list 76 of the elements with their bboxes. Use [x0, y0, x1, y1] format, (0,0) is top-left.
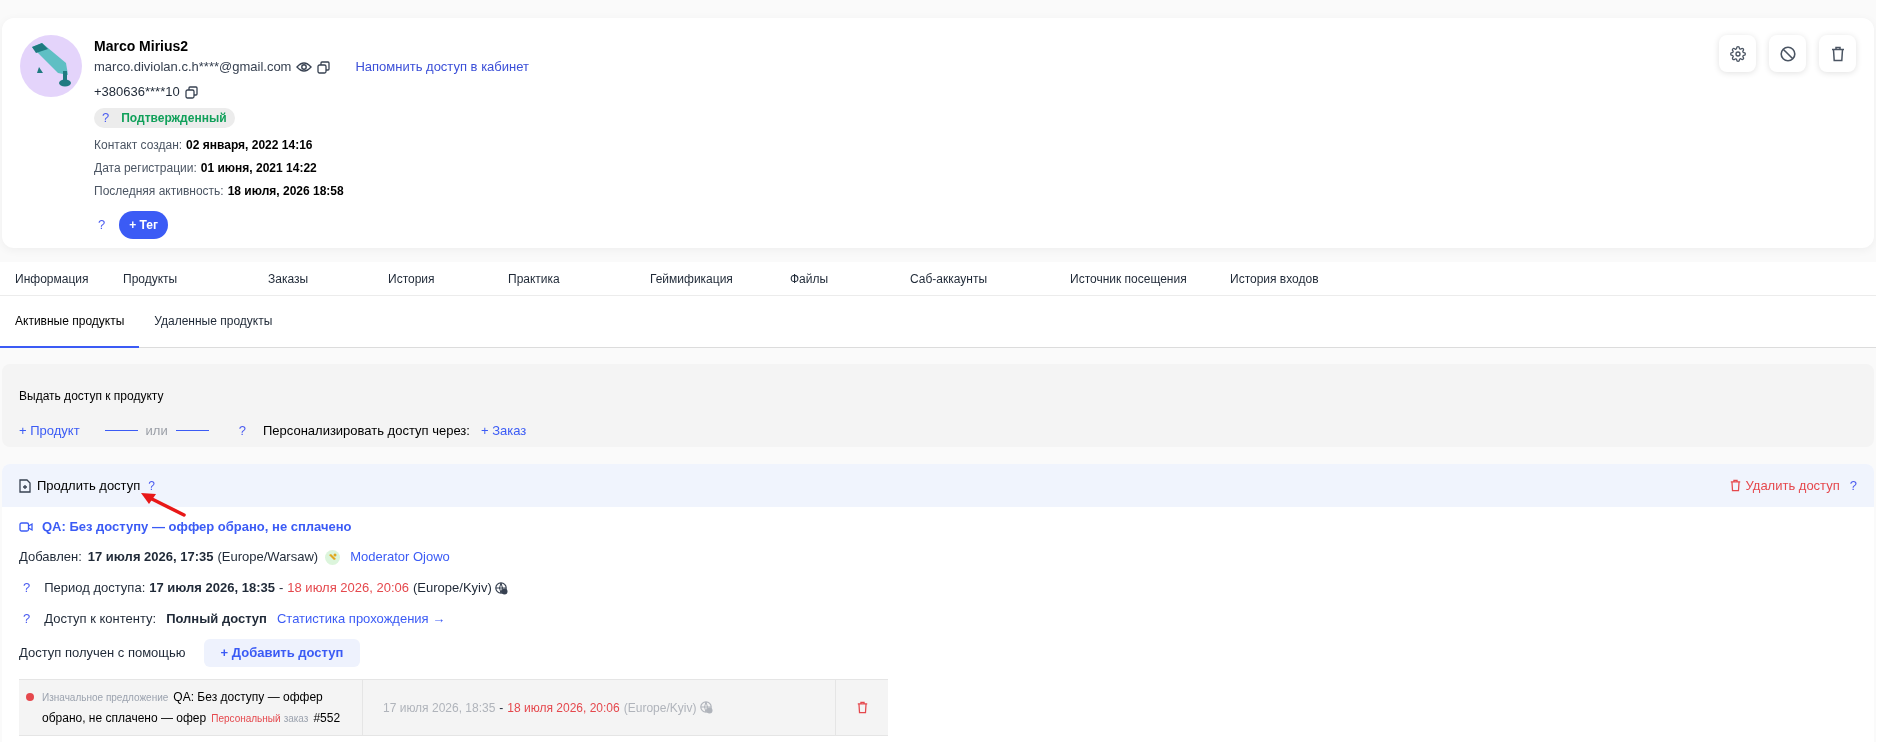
period-start: 17 июля 2026, 18:35 [383, 699, 496, 717]
avatar [20, 35, 82, 97]
delete-access-link[interactable]: Удалить доступ [1745, 475, 1840, 496]
help-mark[interactable]: ? [94, 215, 106, 235]
timezone-text: (Europe/Kyiv) [623, 699, 697, 717]
period-label: Период доступа: [44, 579, 146, 598]
subtab[interactable]: Активные продукты [0, 296, 140, 348]
added-label: Добавлен: [19, 548, 82, 567]
personalize-label: Персонализировать доступ через: [262, 421, 470, 440]
copy-icon[interactable] [317, 60, 331, 74]
fact-label: Контакт создан: [94, 136, 183, 154]
tab[interactable]: Информация [0, 269, 108, 288]
period-start: 17 июля 2026, 18:35 [149, 579, 275, 598]
dash-text: - [278, 579, 284, 598]
content-access-label: Доступ к контенту: [44, 610, 157, 629]
timezone-text: (Europe/Warsaw) [217, 548, 319, 567]
help-mark[interactable]: ? [148, 476, 155, 495]
tab[interactable]: Источник посещения [1055, 269, 1215, 288]
settings-button[interactable] [1719, 35, 1756, 72]
file-plus-icon [19, 478, 31, 493]
tab[interactable]: История входов [1215, 269, 1345, 288]
contact-name: Marco Mirius2 [94, 37, 189, 56]
fact-label: Последняя активность: [94, 182, 224, 200]
status-label: Подтвержденный [121, 110, 227, 127]
tab[interactable]: История [373, 269, 493, 288]
add-product-link[interactable]: + Продукт [19, 420, 80, 441]
remind-access-link[interactable]: Напомнить доступ в кабинет [355, 57, 529, 77]
subtab[interactable]: Удаленные продукты [139, 296, 288, 348]
access-via-label: Доступ получен с помощью [19, 644, 186, 663]
extend-access-title[interactable]: Продлить доступ [37, 475, 141, 496]
phone-text: +380636****10 [94, 83, 180, 102]
timezone-text: (Europe/Kyiv) [413, 579, 492, 598]
tab[interactable]: Практика [493, 269, 635, 288]
trash-icon [1729, 479, 1741, 492]
trash-icon [1830, 45, 1845, 62]
fact-value: 18 июля, 2026 18:58 [227, 182, 344, 200]
delete-button[interactable] [1819, 35, 1856, 72]
fact-label: Дата регистрации: [94, 159, 197, 177]
globe-clock-icon [700, 701, 714, 714]
tab[interactable]: Геймификация [635, 269, 775, 288]
trash-icon[interactable] [856, 701, 868, 714]
tab[interactable]: Саб-аккаунты [895, 269, 1055, 288]
product-title-link[interactable]: QA: Без доступу — оффер обрано, не сплачено [42, 517, 352, 537]
moderator-link[interactable]: Moderator Ojowo [350, 547, 450, 567]
add-order-link[interactable]: + Заказ [480, 420, 527, 441]
eye-icon[interactable] [296, 61, 313, 73]
stats-link[interactable]: Статистика прохождения → [276, 609, 446, 629]
content-access-value: Полный доступ [166, 610, 267, 629]
help-mark[interactable]: ? [19, 609, 31, 629]
annotation-arrow [140, 491, 186, 517]
settings-icon [1729, 45, 1746, 62]
help-mark[interactable]: ? [102, 108, 110, 128]
add-access-button[interactable]: + Добавить доступ [203, 639, 361, 667]
fact-value: 02 января, 2022 14:16 [186, 136, 313, 154]
block-icon [1779, 45, 1796, 62]
dash-text: - [499, 699, 504, 717]
offer-description: Изначальное предложение QA: Без доступу — оффер обрано, не сплачено — офер Персональный заказ #552 [42, 689, 342, 727]
section-title: Выдать доступ к продукту [19, 388, 164, 405]
block-button[interactable] [1769, 35, 1806, 72]
period-end: 18 июля 2026, 20:06 [287, 579, 409, 598]
moderator-avatar-icon [325, 549, 341, 565]
added-date: 17 июля 2026, 17:35 [87, 548, 214, 567]
tab[interactable]: Файлы [775, 269, 895, 288]
email-text: marco.diviolan.c.h****@gmail.com [94, 58, 292, 77]
help-mark[interactable]: ? [238, 420, 246, 441]
add-tag-button[interactable]: + Тег [119, 211, 168, 239]
tab[interactable]: Продукты [108, 269, 253, 288]
or-label: или [145, 421, 168, 440]
period-end: 18 июля 2026, 20:06 [507, 699, 620, 717]
fact-value: 01 июня, 2021 14:22 [200, 159, 317, 177]
tab[interactable]: Заказы [253, 269, 373, 288]
globe-clock-icon [494, 581, 508, 595]
help-mark[interactable]: ? [19, 578, 31, 598]
copy-icon[interactable] [184, 85, 198, 99]
video-camera-icon [19, 522, 33, 532]
help-mark[interactable]: ? [1849, 475, 1857, 496]
